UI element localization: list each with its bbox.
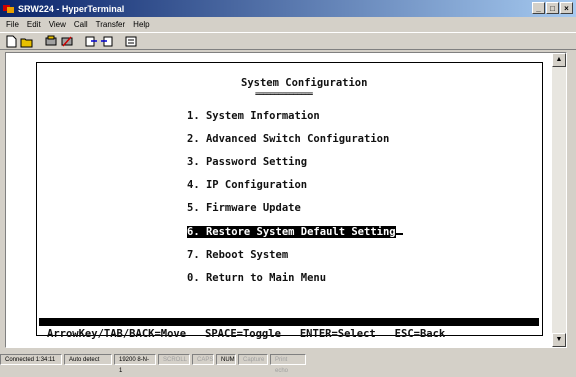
menu-option-restore-default-selected[interactable]: 6. Restore System Default Setting <box>187 226 403 238</box>
menu-option-return-main-menu[interactable]: 0. Return to Main Menu <box>187 272 326 284</box>
window-controls: _ □ × <box>532 2 573 14</box>
status-num: NUM <box>216 353 236 365</box>
status-caps: CAPS <box>192 353 214 365</box>
key-help-footer: ArrowKey/TAB/BACK=Move SPACE=Toggle ENTE… <box>47 328 446 340</box>
menu-view[interactable]: View <box>45 20 70 29</box>
scroll-down-arrow-icon[interactable]: ▼ <box>552 333 566 347</box>
menu-bar: File Edit View Call Transfer Help <box>0 18 576 31</box>
menu-file[interactable]: File <box>0 20 23 29</box>
open-icon[interactable] <box>20 35 34 48</box>
menu-option-firmware-update[interactable]: 5. Firmware Update <box>187 202 301 214</box>
terminal-screen[interactable]: System Configuration =============== 1. … <box>36 62 543 340</box>
menu-option-advanced-switch-configuration[interactable]: 2. Advanced Switch Configuration <box>187 133 389 145</box>
menu-transfer[interactable]: Transfer <box>92 20 130 29</box>
status-port-settings: 19200 8-N-1 <box>114 353 156 374</box>
menu-heading-underline: =============== <box>255 89 313 98</box>
hyperterminal-app-icon <box>3 5 14 13</box>
toolbar <box>0 32 576 50</box>
text-cursor <box>395 233 403 235</box>
call-icon[interactable] <box>44 35 58 48</box>
menu-option-ip-configuration[interactable]: 4. IP Configuration <box>187 179 307 191</box>
receive-icon[interactable] <box>100 35 114 48</box>
close-button[interactable]: × <box>560 2 573 14</box>
status-bar: Connected 1:34:11 Auto detect 19200 8-N-… <box>0 352 576 374</box>
new-icon[interactable] <box>4 35 18 48</box>
title-bar: SRW224 - HyperTerminal _ □ × <box>0 0 576 17</box>
menu-help[interactable]: Help <box>129 20 153 29</box>
status-print-echo: Print echo <box>270 353 306 374</box>
footer-separator-bar <box>39 318 539 326</box>
window-title: SRW224 - HyperTerminal <box>18 3 125 14</box>
minimize-button[interactable]: _ <box>532 2 545 14</box>
terminal-viewport[interactable]: System Configuration =============== 1. … <box>5 52 567 348</box>
status-capture: Capture <box>238 353 268 365</box>
menu-heading: System Configuration <box>241 77 368 89</box>
menu-option-system-information[interactable]: 1. System Information <box>187 110 320 122</box>
disconnect-icon[interactable] <box>60 35 74 48</box>
vertical-scrollbar[interactable]: ▲ ▼ <box>552 53 566 347</box>
properties-icon[interactable] <box>124 35 138 48</box>
menu-call[interactable]: Call <box>70 20 92 29</box>
status-scroll: SCROLL <box>158 353 190 365</box>
status-connected-time: Connected 1:34:11 <box>0 353 62 365</box>
status-detect: Auto detect <box>64 353 112 365</box>
menu-option-password-setting[interactable]: 3. Password Setting <box>187 156 307 168</box>
menu-edit[interactable]: Edit <box>23 20 45 29</box>
scroll-up-arrow-icon[interactable]: ▲ <box>552 53 566 67</box>
send-icon[interactable] <box>84 35 98 48</box>
selected-option-label[interactable]: 6. Restore System Default Setting <box>187 226 396 238</box>
menu-option-reboot-system[interactable]: 7. Reboot System <box>187 249 288 261</box>
maximize-button[interactable]: □ <box>546 2 559 14</box>
